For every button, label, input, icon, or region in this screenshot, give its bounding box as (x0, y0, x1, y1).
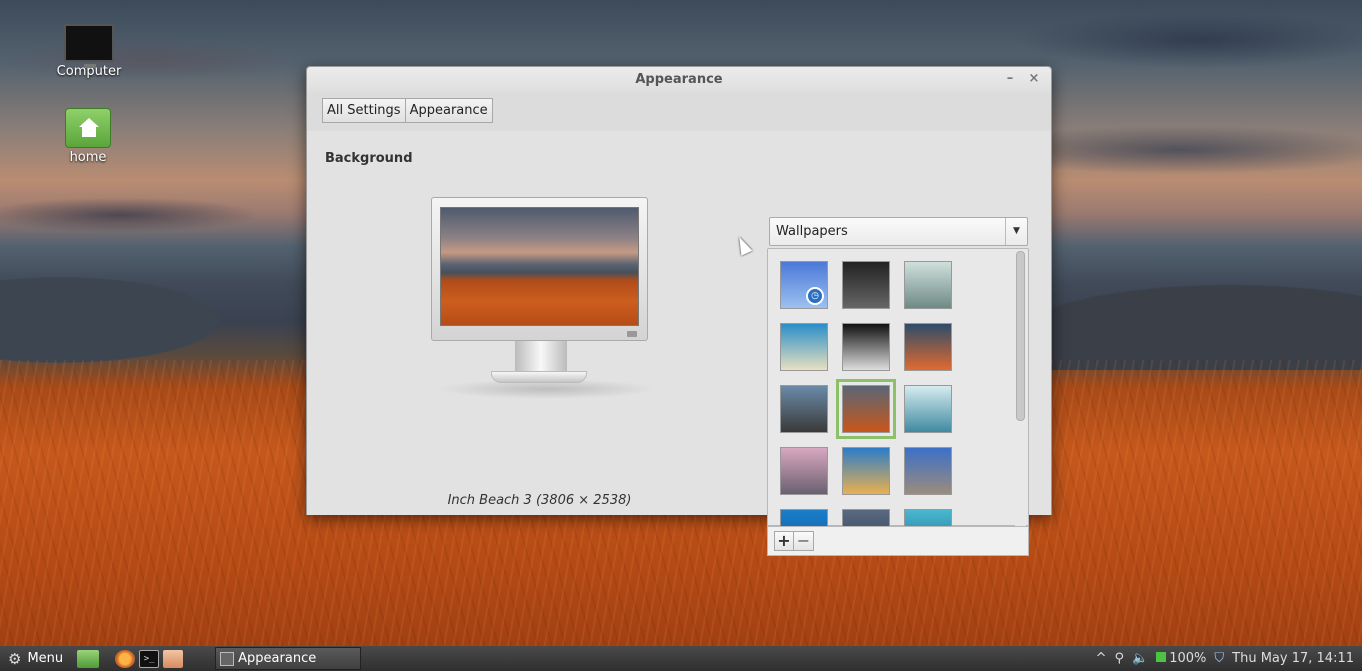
window-titlebar[interactable]: Appearance – × (307, 67, 1051, 93)
wallpaper-thumbnail-mountain-town[interactable] (904, 447, 952, 495)
taskbar-window-appearance[interactable]: Appearance (215, 647, 362, 670)
close-button[interactable]: × (1025, 70, 1043, 88)
menu-gear-icon: ⚙ (8, 649, 22, 668)
wallpaper-preview-image (440, 207, 639, 326)
volume-icon[interactable]: 🔈 (1132, 651, 1148, 666)
add-wallpaper-button[interactable]: + (774, 531, 794, 551)
dropdown-arrow-icon: ▼ (1005, 218, 1027, 245)
breadcrumb-all-settings[interactable]: All Settings (322, 98, 406, 123)
preview-caption: Inch Beach 3 (3806 × 2538) (447, 493, 632, 508)
battery-icon (1156, 652, 1167, 662)
file-manager-icon[interactable] (163, 649, 184, 668)
computer-icon (64, 24, 114, 68)
wallpaper-thumbnail-beach-dusk[interactable] (780, 385, 828, 433)
desktop-icon-label: home (69, 150, 107, 165)
section-title: Background (325, 151, 413, 166)
battery-level: 100% (1169, 651, 1207, 666)
wallpaper-source-dropdown[interactable]: Wallpapers ▼ (769, 217, 1028, 246)
terminal-icon[interactable]: >_ (139, 649, 160, 668)
monitor-led (627, 331, 637, 337)
window-title: Appearance (635, 72, 723, 87)
wallpaper-thumbnail-storm-clouds[interactable] (842, 509, 890, 527)
monitor-stand (515, 341, 567, 375)
system-tray: ^ ⚲ 🔈 100% ⛉ Thu May 17, 14:11 (1096, 651, 1362, 666)
breadcrumb: All Settings Appearance (322, 98, 1036, 123)
slideshow-clock-icon: ◷ (806, 287, 824, 305)
wallpaper-thumbnail-panel: ◷ (767, 248, 1029, 527)
task-label: Appearance (238, 651, 317, 666)
wallpaper-thumbnail-teal-waves[interactable] (904, 509, 952, 527)
tray-expand-icon[interactable]: ^ (1096, 651, 1107, 666)
desktop-icon-home[interactable]: home (43, 108, 133, 165)
minimize-button[interactable]: – (1001, 70, 1019, 88)
wallpaper-thumbnail-calm-sea-island[interactable] (904, 385, 952, 433)
firefox-icon[interactable] (115, 649, 136, 668)
appearance-app-icon (220, 651, 235, 666)
wallpaper-thumbnail-blue-curtain[interactable]: ◷ (780, 261, 828, 309)
wallpaper-thumbnail-waterfall-bw[interactable] (842, 323, 890, 371)
breadcrumb-appearance[interactable]: Appearance (405, 98, 493, 123)
wallpaper-thumbnail-dark-rocks[interactable] (842, 261, 890, 309)
show-desktop-icon[interactable] (77, 649, 100, 668)
wallpaper-thumbnail-pink-pebbles[interactable] (780, 447, 828, 495)
desktop-icon-computer[interactable]: Computer (44, 24, 134, 79)
clock[interactable]: Thu May 17, 14:11 (1232, 651, 1354, 666)
wallpaper-thumbnail-misty-sea[interactable] (904, 261, 952, 309)
menu-label: Menu (27, 651, 64, 666)
home-folder-icon (65, 108, 111, 148)
window-toolbar: All Settings Appearance (307, 93, 1051, 131)
window-content: Background Inch Beach 3 (3806 × 2538) Wa… (307, 131, 1051, 556)
taskbar: ⚙ Menu >_ Appearance ^ ⚲ 🔈 100% ⛉ Thu Ma… (0, 646, 1362, 671)
battery-indicator[interactable]: 100% (1156, 651, 1206, 666)
wallpaper-thumbnail-sunset-horizon[interactable] (904, 323, 952, 371)
wallpaper-thumbnail-inch-beach-3[interactable] (836, 379, 896, 439)
monitor-base (491, 371, 587, 383)
thumbnail-scrollbar[interactable] (1015, 251, 1026, 527)
appearance-window: Appearance – × All Settings Appearance B… (306, 66, 1052, 556)
remove-wallpaper-button[interactable]: − (794, 531, 814, 551)
wallpaper-thumbnail-tropical-beach[interactable] (780, 323, 828, 371)
scrollbar-thumb[interactable] (1016, 251, 1025, 421)
wallpaper-preview-monitor (431, 197, 648, 341)
update-manager-shield-icon[interactable]: ⛉ (1214, 651, 1224, 666)
network-icon[interactable]: ⚲ (1115, 651, 1125, 666)
thumbnail-panel-footer: + − (767, 526, 1029, 556)
dropdown-selected-value: Wallpapers (776, 224, 848, 239)
wallpaper-thumbnail-blue-ocean[interactable] (780, 509, 828, 527)
wallpaper-thumbnail-road-sunset[interactable] (842, 447, 890, 495)
menu-button[interactable]: ⚙ Menu (0, 646, 71, 671)
thumbnail-grid: ◷ (780, 261, 960, 527)
